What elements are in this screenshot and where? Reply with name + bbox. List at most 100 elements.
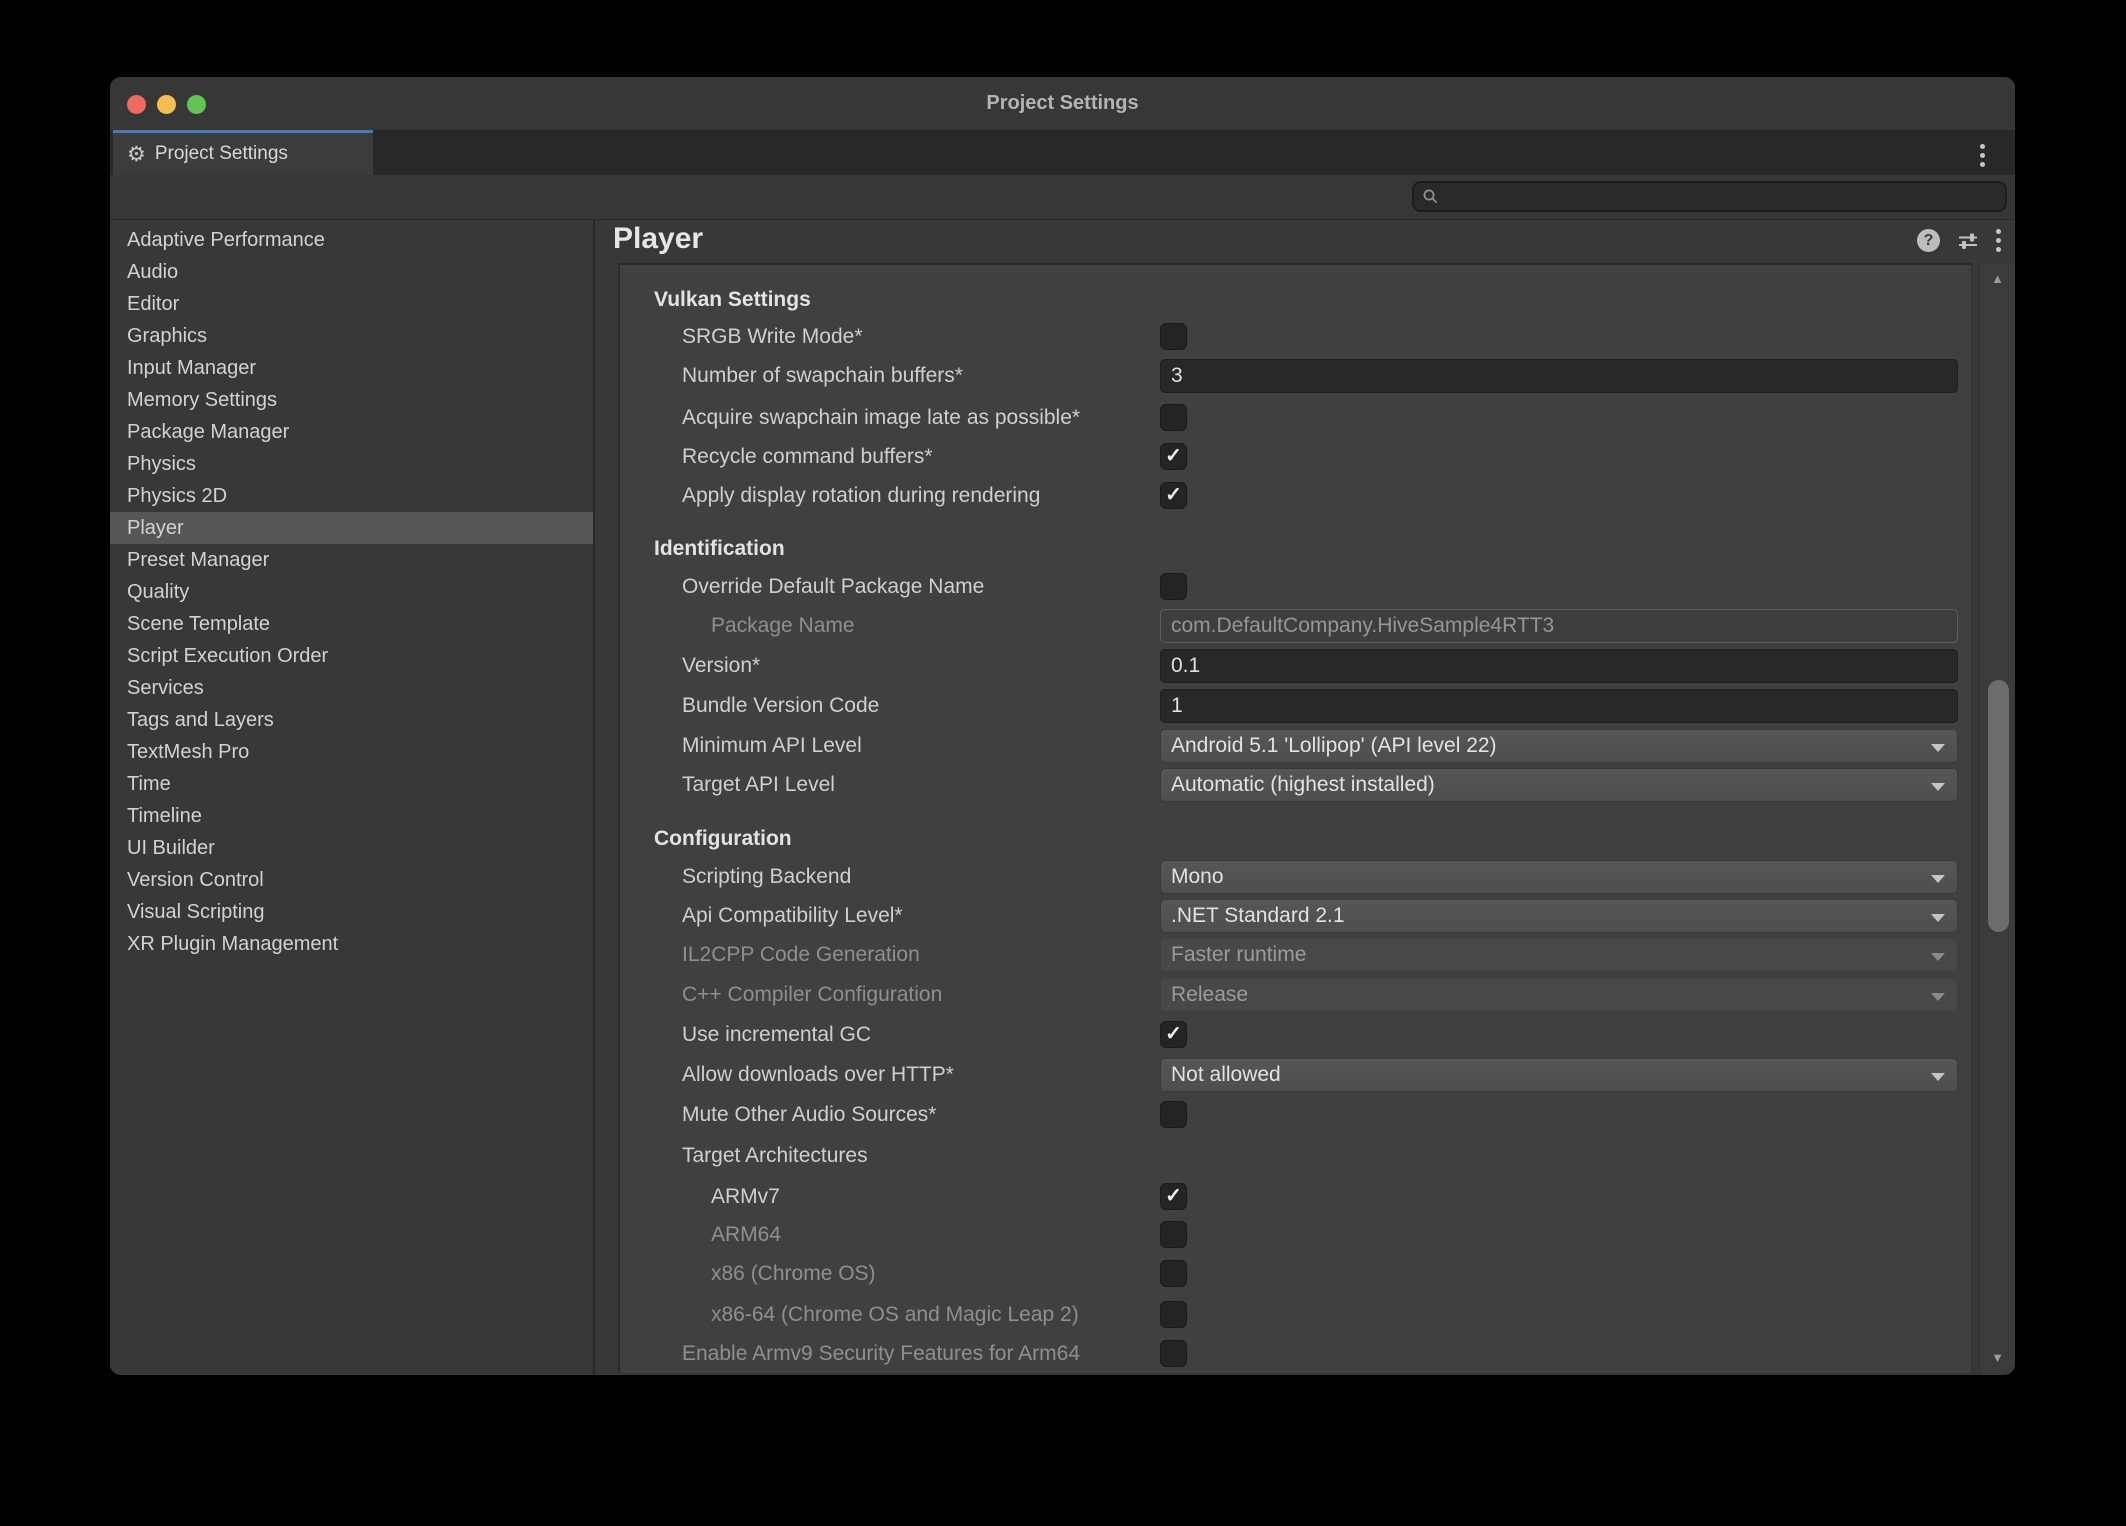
search-input[interactable] xyxy=(1445,187,1997,207)
label-allow-downloads-over-http: Allow downloads over HTTP* xyxy=(682,1063,954,1087)
label-armv7: ARMv7 xyxy=(711,1185,780,1209)
settings-scroll-panel: Vulkan Settings SRGB Write Mode* Number of… xyxy=(618,263,1972,1373)
label-recycle-command-buffers: Recycle command buffers* xyxy=(682,445,933,469)
project-settings-window: Project Settings ⚙ Project Settings Adap… xyxy=(110,77,2015,1375)
il2cpp-code-generation-value: Faster runtime xyxy=(1171,943,1306,966)
sidebar-item-textmesh-pro[interactable]: TextMesh Pro xyxy=(110,736,593,768)
arm64-checkbox xyxy=(1160,1221,1187,1248)
minimum-api-level-dropdown[interactable]: Android 5.1 'Lollipop' (API level 22) xyxy=(1160,729,1958,763)
search-box[interactable] xyxy=(1412,181,2007,212)
sidebar-item-input-manager[interactable]: Input Manager xyxy=(110,352,593,384)
scrollbar-thumb[interactable] xyxy=(1988,680,2009,932)
label-package-name: Package Name xyxy=(711,614,855,638)
label-target-architectures: Target Architectures xyxy=(682,1144,868,1168)
sidebar-item-tags-and-layers[interactable]: Tags and Layers xyxy=(110,704,593,736)
tab-project-settings[interactable]: ⚙ Project Settings xyxy=(113,130,373,175)
section-header-configuration: Configuration xyxy=(654,827,792,851)
pane-header-icons: ? xyxy=(1917,229,2001,252)
pane-more-menu-icon[interactable] xyxy=(1996,229,2001,252)
sidebar-item-memory-settings[interactable]: Memory Settings xyxy=(110,384,593,416)
sidebar-item-xr-plugin-management[interactable]: XR Plugin Management xyxy=(110,928,593,960)
chevron-down-icon xyxy=(1931,744,1945,752)
label-c-compiler-configuration: C++ Compiler Configuration xyxy=(682,983,942,1007)
allow-downloads-over-http-dropdown[interactable]: Not allowed xyxy=(1160,1058,1958,1092)
use-incremental-gc-checkbox[interactable]: ✓ xyxy=(1160,1021,1187,1048)
armv7-checkbox[interactable]: ✓ xyxy=(1160,1183,1187,1210)
target-api-level-dropdown[interactable]: Automatic (highest installed) xyxy=(1160,768,1958,802)
help-icon[interactable]: ? xyxy=(1917,229,1940,252)
label-minimum-api-level: Minimum API Level xyxy=(682,734,862,758)
chevron-down-icon xyxy=(1931,783,1945,791)
c-compiler-configuration-dropdown: Release xyxy=(1160,978,1958,1012)
bundle-version-code-field[interactable]: 1 xyxy=(1160,689,1958,723)
label-x86-64-chrome-os-and-magic-leap-2: x86-64 (Chrome OS and Magic Leap 2) xyxy=(711,1303,1079,1327)
sidebar-item-preset-manager[interactable]: Preset Manager xyxy=(110,544,593,576)
sidebar-item-version-control[interactable]: Version Control xyxy=(110,864,593,896)
label-override-default-package-name: Override Default Package Name xyxy=(682,575,984,599)
tab-more-menu-icon[interactable] xyxy=(1980,144,1985,167)
mute-other-audio-sources-checkbox[interactable] xyxy=(1160,1101,1187,1128)
chevron-down-icon xyxy=(1931,953,1945,961)
label-number-of-swapchain-buffers: Number of swapchain buffers* xyxy=(682,364,963,388)
x86-chrome-os-checkbox xyxy=(1160,1260,1187,1287)
c-compiler-configuration-value: Release xyxy=(1171,983,1248,1006)
label-scripting-backend: Scripting Backend xyxy=(682,865,851,889)
sidebar-item-editor[interactable]: Editor xyxy=(110,288,593,320)
section-header-vulkan-settings: Vulkan Settings xyxy=(654,288,811,312)
sidebar-item-visual-scripting[interactable]: Visual Scripting xyxy=(110,896,593,928)
sidebar-item-script-execution-order[interactable]: Script Execution Order xyxy=(110,640,593,672)
settings-sidebar: Adaptive PerformanceAudioEditorGraphicsI… xyxy=(110,220,593,1375)
sidebar-item-timeline[interactable]: Timeline xyxy=(110,800,593,832)
scroll-up-icon[interactable]: ▲ xyxy=(1980,271,2015,286)
label-srgb-write-mode: SRGB Write Mode* xyxy=(682,325,863,349)
gear-icon: ⚙ xyxy=(127,144,146,165)
srgb-write-mode-checkbox[interactable] xyxy=(1160,323,1187,350)
apply-display-rotation-during-rendering-checkbox[interactable]: ✓ xyxy=(1160,482,1187,509)
sidebar-item-package-manager[interactable]: Package Manager xyxy=(110,416,593,448)
vertical-scrollbar[interactable]: ▲ ▼ xyxy=(1979,263,2015,1373)
scripting-backend-value: Mono xyxy=(1171,865,1224,888)
api-compatibility-level-value: .NET Standard 2.1 xyxy=(1171,904,1345,927)
scroll-down-icon[interactable]: ▼ xyxy=(1980,1350,2015,1365)
label-apply-display-rotation-during-rendering: Apply display rotation during rendering xyxy=(682,484,1040,508)
sidebar-item-audio[interactable]: Audio xyxy=(110,256,593,288)
tab-bar: ⚙ Project Settings xyxy=(110,130,2015,175)
label-x86-chrome-os: x86 (Chrome OS) xyxy=(711,1262,876,1286)
number-of-swapchain-buffers-field[interactable]: 3 xyxy=(1160,359,1958,393)
scripting-backend-dropdown[interactable]: Mono xyxy=(1160,860,1958,894)
page-title: Player xyxy=(613,222,703,256)
package-name-field: com.DefaultCompany.HiveSample4RTT3 xyxy=(1160,609,1958,643)
preset-icon[interactable] xyxy=(1957,232,1979,250)
label-api-compatibility-level: Api Compatibility Level* xyxy=(682,904,903,928)
target-api-level-value: Automatic (highest installed) xyxy=(1171,773,1435,796)
version-field[interactable]: 0.1 xyxy=(1160,649,1958,683)
api-compatibility-level-dropdown[interactable]: .NET Standard 2.1 xyxy=(1160,899,1958,933)
chevron-down-icon xyxy=(1931,1073,1945,1081)
sidebar-item-player[interactable]: Player xyxy=(110,512,593,544)
label-enable-armv9-security-features-for-arm64: Enable Armv9 Security Features for Arm64 xyxy=(682,1342,1080,1366)
search-icon xyxy=(1422,188,1439,205)
chevron-down-icon xyxy=(1931,993,1945,1001)
sidebar-item-time[interactable]: Time xyxy=(110,768,593,800)
search-toolbar xyxy=(110,175,2015,220)
sidebar-item-ui-builder[interactable]: UI Builder xyxy=(110,832,593,864)
il2cpp-code-generation-dropdown: Faster runtime xyxy=(1160,938,1958,972)
sidebar-item-physics[interactable]: Physics xyxy=(110,448,593,480)
label-version: Version* xyxy=(682,654,760,678)
sidebar-item-scene-template[interactable]: Scene Template xyxy=(110,608,593,640)
sidebar-item-quality[interactable]: Quality xyxy=(110,576,593,608)
sidebar-item-adaptive-performance[interactable]: Adaptive Performance xyxy=(110,224,593,256)
pane-header: Player ? xyxy=(595,220,2015,263)
label-acquire-swapchain-image-late-as-possible: Acquire swapchain image late as possible… xyxy=(682,406,1080,430)
label-use-incremental-gc: Use incremental GC xyxy=(682,1023,871,1047)
sidebar-item-physics-2d[interactable]: Physics 2D xyxy=(110,480,593,512)
override-default-package-name-checkbox[interactable] xyxy=(1160,573,1187,600)
sidebar-item-services[interactable]: Services xyxy=(110,672,593,704)
chevron-down-icon xyxy=(1931,875,1945,883)
player-settings-pane: Player ? Vulkan Settings SRGB Write Mode*… xyxy=(595,220,2015,1375)
allow-downloads-over-http-value: Not allowed xyxy=(1171,1063,1281,1086)
acquire-swapchain-image-late-as-possible-checkbox[interactable] xyxy=(1160,404,1187,431)
sidebar-item-graphics[interactable]: Graphics xyxy=(110,320,593,352)
recycle-command-buffers-checkbox[interactable]: ✓ xyxy=(1160,443,1187,470)
section-header-identification: Identification xyxy=(654,537,785,561)
